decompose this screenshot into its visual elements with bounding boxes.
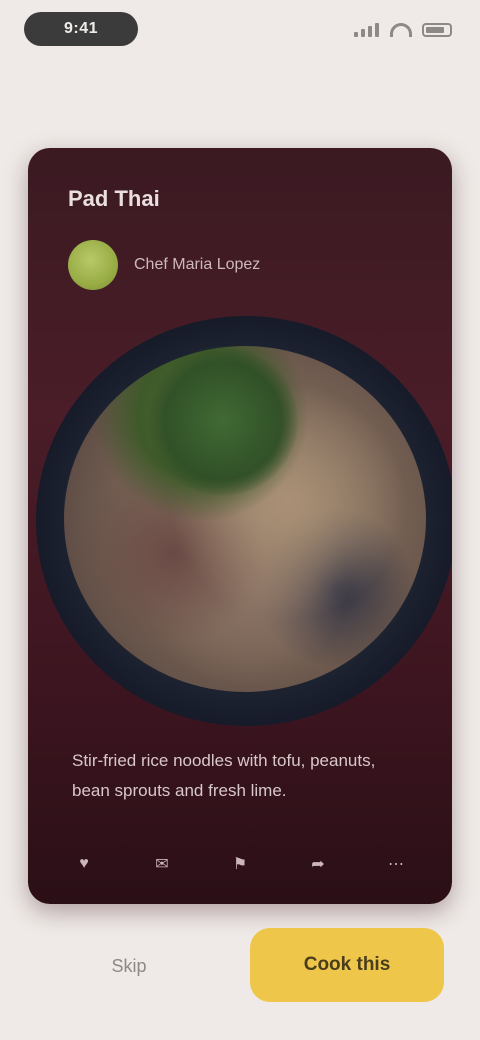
bottom-action-bar: Skip Cook this [0,920,480,1010]
status-icons [354,20,452,40]
recipe-description: Stir-fried rice noodles with tofu, peanu… [72,751,376,800]
skip-button[interactable]: Skip [74,936,184,996]
cook-button[interactable]: Cook this [250,928,444,1002]
status-time: 9:41 [24,12,138,46]
bookmark-icon[interactable]: ⚑ [228,852,252,876]
battery-icon [422,23,452,37]
author-name[interactable]: Chef Maria Lopez [134,256,260,274]
recipe-card[interactable]: Pad Thai Chef Maria Lopez Stir-fried ric… [28,148,452,904]
comment-icon[interactable]: ✉ [150,852,174,876]
status-bar: 9:41 [0,0,480,60]
herb-garnish-image [148,346,298,496]
more-icon[interactable]: ⋯ [384,852,408,876]
avatar[interactable] [68,240,118,290]
wifi-icon [390,23,412,37]
share-icon[interactable]: ➦ [306,852,330,876]
author-row[interactable]: Chef Maria Lopez [68,240,260,290]
heart-icon[interactable]: ♥ [72,852,96,876]
cellular-signal-icon [354,23,380,37]
card-actions: ♥ ✉ ⚑ ➦ ⋯ [72,852,408,876]
recipe-title: Pad Thai [68,186,160,211]
